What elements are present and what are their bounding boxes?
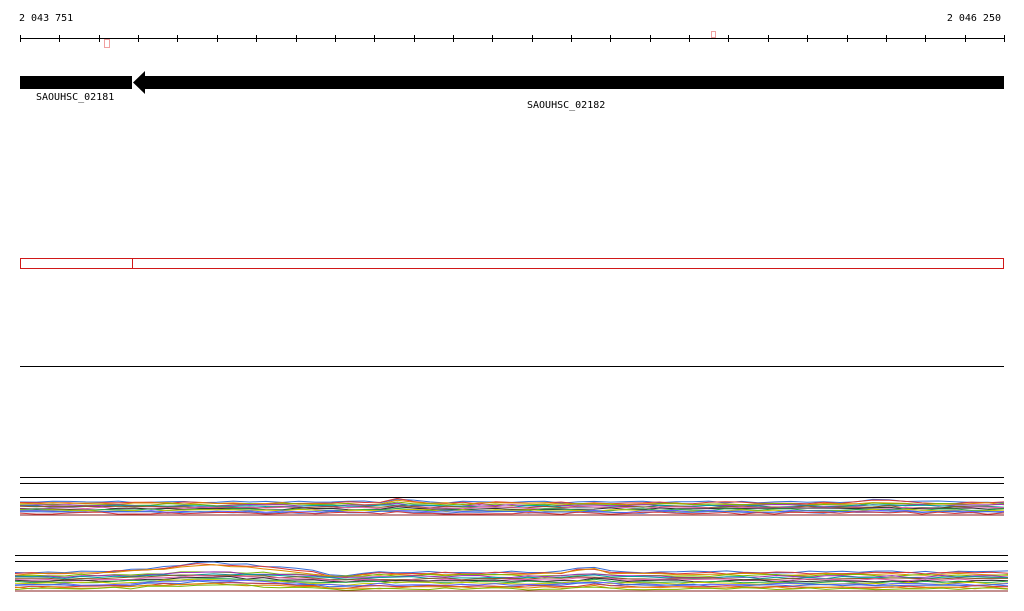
genome-browser-viewer[interactable]: 2 043 751 2 046 250 SAOUHSC_02181 SAOUHS… (0, 0, 1024, 611)
coordinate-ruler (20, 31, 1005, 48)
gene-SAOUHSC_02181-body[interactable] (20, 76, 132, 89)
gene-SAOUHSC_02182-arrow[interactable] (133, 71, 1004, 94)
feature-region-track[interactable] (20, 258, 1004, 269)
expression-profile-track-2[interactable] (14, 555, 1009, 592)
position-marker-left[interactable] (104, 39, 110, 48)
position-marker-right[interactable] (711, 31, 716, 38)
expression-profile-track-1[interactable] (19, 497, 1005, 516)
gene-label-SAOUHSC_02182[interactable]: SAOUHSC_02182 (527, 100, 605, 112)
feature-region-box[interactable] (20, 258, 1004, 269)
gene-track[interactable] (20, 71, 1004, 94)
genome-tracks[interactable] (0, 0, 1024, 611)
gene-label-SAOUHSC_02181[interactable]: SAOUHSC_02181 (36, 92, 114, 104)
